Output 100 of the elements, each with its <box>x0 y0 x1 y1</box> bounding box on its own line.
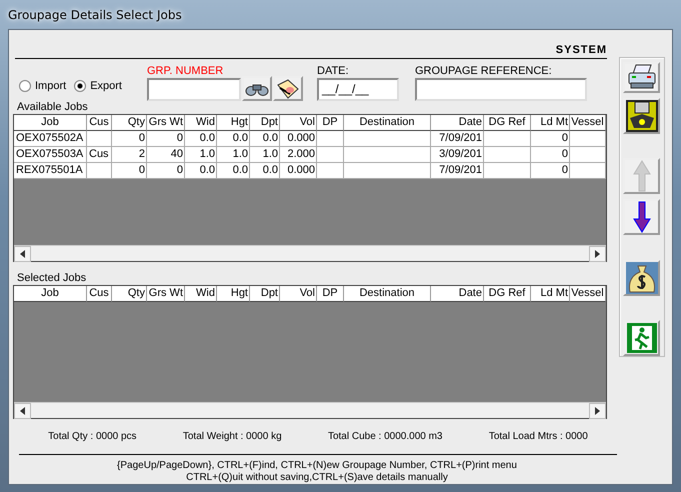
table-cell: 1.0 <box>250 147 280 163</box>
horizontal-scrollbar[interactable] <box>14 402 606 418</box>
column-header[interactable]: Wid <box>185 286 217 302</box>
column-header[interactable]: Vol <box>280 115 317 131</box>
column-header[interactable]: DP <box>317 115 344 131</box>
money-button[interactable] <box>623 260 660 296</box>
note-pen-icon <box>276 78 300 98</box>
column-header[interactable]: DP <box>317 286 344 302</box>
column-header[interactable]: Ld Mt <box>531 115 570 131</box>
table-cell <box>570 147 606 163</box>
column-header[interactable]: Dpt <box>250 115 280 131</box>
field-label: DATE: <box>317 65 350 78</box>
table-cell: 7/09/201 <box>431 131 484 147</box>
table-cell: 1.0 <box>185 147 217 163</box>
table-cell: 2 <box>112 147 147 163</box>
column-header[interactable]: Vessel <box>570 286 606 302</box>
right-arrow-icon <box>595 250 600 258</box>
table-cell <box>570 131 606 147</box>
date-field[interactable]: __/__/__ <box>317 78 399 101</box>
column-header[interactable]: Date <box>431 115 484 131</box>
table-cell: 0.0 <box>217 163 250 179</box>
column-header[interactable]: Hgt <box>217 115 250 131</box>
table-cell: 0 <box>531 163 570 179</box>
table-cell: 3/09/201 <box>431 147 484 163</box>
column-header[interactable]: Grs Wt <box>147 115 185 131</box>
exit-sign-icon <box>626 322 658 354</box>
table-cell <box>317 131 344 147</box>
table-cell: 0 <box>531 131 570 147</box>
column-header[interactable]: Vessel <box>570 115 606 131</box>
column-header[interactable]: DG Ref <box>484 115 531 131</box>
reference-field[interactable] <box>415 78 587 101</box>
input-field[interactable] <box>147 78 241 101</box>
table-cell <box>484 163 531 179</box>
table-cell <box>87 131 112 147</box>
column-header[interactable]: Date <box>431 286 484 302</box>
column-header[interactable]: Destination <box>344 286 431 302</box>
column-header[interactable]: Wid <box>185 115 217 131</box>
table-cell: 0 <box>531 147 570 163</box>
table-cell <box>317 163 344 179</box>
down-button[interactable] <box>623 199 660 236</box>
column-header[interactable]: DG Ref <box>484 286 531 302</box>
column-header[interactable]: Cus <box>87 115 112 131</box>
money-bag-icon <box>626 262 658 294</box>
table-cell <box>87 163 112 179</box>
mode-radio[interactable]: Import <box>19 80 66 92</box>
table-cell: 0.0 <box>250 163 280 179</box>
scroll-left-button[interactable] <box>14 403 31 419</box>
down-arrow-icon <box>632 201 650 234</box>
mode-radio[interactable]: Export <box>74 80 122 92</box>
column-header[interactable]: Grs Wt <box>147 286 185 302</box>
table-cell: 7/09/201 <box>431 163 484 179</box>
column-header[interactable]: Qty <box>112 286 147 302</box>
table-cell: 0 <box>147 131 185 147</box>
exit-button[interactable] <box>623 320 660 356</box>
section-label: Available Jobs <box>16 101 89 114</box>
column-header[interactable]: Qty <box>112 115 147 131</box>
window-title: Groupage Details Select Jobs <box>8 8 182 22</box>
left-arrow-icon <box>20 407 25 415</box>
shortcut-help: {PageUp/PageDown}, CTRL+(F)ind, CTRL+(N)ew Groupage Number, CTRL+(P)rint menu <box>117 460 517 472</box>
system-label: SYSTEM <box>556 44 607 56</box>
total-text: Total Weight : 0000 kg <box>182 431 282 442</box>
column-header[interactable]: Vol <box>280 286 317 302</box>
table-cell: 0.000 <box>280 131 317 147</box>
right-arrow-icon <box>595 407 600 415</box>
column-header[interactable]: Ld Mt <box>531 286 570 302</box>
table-cell: 0 <box>112 131 147 147</box>
table-cell: 40 <box>147 147 185 163</box>
scroll-left-button[interactable] <box>14 246 31 262</box>
table-cell <box>570 163 606 179</box>
table-cell: OEX075503A <box>14 147 87 163</box>
table-cell: REX075501A <box>14 163 87 179</box>
table-cell: 0.0 <box>250 131 280 147</box>
column-header[interactable]: Hgt <box>217 286 250 302</box>
column-header[interactable]: Job <box>14 286 87 302</box>
field-label: GROUPAGE REFERENCE: <box>415 65 553 78</box>
new-button[interactable] <box>273 76 303 101</box>
column-header[interactable]: Dpt <box>250 286 280 302</box>
table-cell <box>484 147 531 163</box>
table-cell <box>317 147 344 163</box>
find-button[interactable] <box>242 76 272 101</box>
table-cell: 0 <box>112 163 147 179</box>
horizontal-scrollbar[interactable] <box>14 245 606 261</box>
column-header[interactable]: Destination <box>344 115 431 131</box>
total-text: Total Load Mtrs : 0000 <box>488 431 588 442</box>
table-cell: 0.0 <box>217 131 250 147</box>
left-arrow-icon <box>20 250 25 258</box>
scroll-right-button[interactable] <box>589 246 606 262</box>
table-cell <box>484 131 531 147</box>
column-header[interactable]: Cus <box>87 286 112 302</box>
total-text: Total Cube : 0000.000 m3 <box>328 431 442 442</box>
shortcut-help: CTRL+(Q)uit without saving,CTRL+(S)ave details manually <box>186 472 448 484</box>
scroll-right-button[interactable] <box>589 403 606 419</box>
print-button[interactable] <box>623 62 660 93</box>
section-label: Selected Jobs <box>16 272 88 285</box>
printer-icon <box>626 64 656 90</box>
table-cell: OEX075502A <box>14 131 87 147</box>
column-header[interactable]: Job <box>14 115 87 131</box>
table-cell: 0 <box>147 163 185 179</box>
up-arrow-icon <box>632 160 650 192</box>
save-button[interactable] <box>623 98 660 134</box>
